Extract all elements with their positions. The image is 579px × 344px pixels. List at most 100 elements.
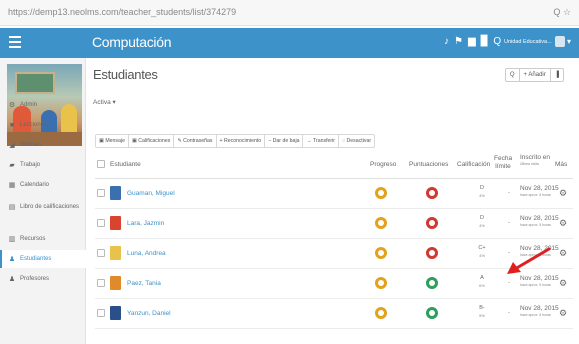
points-indicator[interactable] [426, 247, 438, 259]
sidebar-item-label: Lecciones [20, 122, 48, 128]
print-button[interactable]: ▐ [551, 69, 563, 81]
sidebar-item-label: Recursos [20, 236, 46, 242]
chevron-down-icon[interactable]: ▾ [567, 37, 571, 46]
gear-icon[interactable]: ⚙ [559, 248, 567, 259]
header-icons: ♪ ⚑ ▆ ▉ Q [444, 36, 501, 47]
row-checkbox[interactable] [97, 219, 105, 227]
student-avatar [110, 306, 121, 320]
grade-value[interactable]: D 4% [470, 184, 494, 198]
sidebar-item-admin[interactable]: ⚙ Admin [0, 96, 86, 114]
bell-icon[interactable]: ♪ [444, 36, 449, 47]
grade-value[interactable]: D 4% [470, 214, 494, 228]
sidebar-item-label: Calendario [20, 182, 50, 188]
resources-icon: ▥ [8, 236, 16, 243]
table-header: Estudiante Progreso Puntuaciones Calific… [95, 149, 573, 179]
header-student[interactable]: Estudiante [110, 161, 141, 169]
grades-button[interactable]: ▣ Calificaciones [129, 135, 175, 147]
toolbar: Q + Añadir ▐ [504, 68, 564, 82]
header-grade[interactable]: Calificación [457, 161, 490, 169]
student-avatar [110, 276, 121, 290]
progress-indicator[interactable] [375, 307, 387, 319]
sidebar-item-calendario[interactable]: ▦ Calendario [0, 176, 86, 194]
grade-value[interactable]: A 6% [470, 274, 494, 288]
student-avatar [110, 216, 121, 230]
row-checkbox[interactable] [97, 189, 105, 197]
flag-icon[interactable]: ⚑ [454, 36, 463, 47]
student-name-link[interactable]: Luna, Andrea [127, 250, 166, 257]
row-checkbox[interactable] [97, 279, 105, 287]
sidebar-item-trabajo[interactable]: ▰ Trabajo [0, 156, 86, 174]
enrolled-date: Nov 28, 2015 hace aprox. 5 horas [520, 305, 559, 317]
table-row[interactable]: Luna, Andrea C+ 4% - Nov 28, 2015 hace aprox.… [95, 239, 573, 269]
header-due-date[interactable]: Fecha límite [494, 155, 512, 171]
notes-icon[interactable]: ▉ [481, 36, 489, 47]
row-checkbox[interactable] [97, 249, 105, 257]
sidebar-item-lecciones[interactable]: ■ Lecciones [0, 116, 86, 134]
megaphone-icon: ◢ [9, 142, 15, 149]
row-checkbox[interactable] [97, 309, 105, 317]
status-filter[interactable]: Activa ▾ [93, 98, 116, 106]
due-date-value: - [508, 190, 510, 196]
enrolled-date: Nov 28, 2015 hace aprox. 5 horas [520, 185, 559, 197]
progress-indicator[interactable] [375, 217, 387, 229]
header-points[interactable]: Puntuaciones [409, 161, 448, 169]
menu-icon[interactable] [9, 36, 21, 49]
students-icon: ♟ [8, 256, 16, 263]
student-name-link[interactable]: Yanzun, Daniel [127, 310, 171, 317]
gear-icon[interactable]: ⚙ [559, 188, 567, 199]
teachers-icon: ♟ [8, 276, 16, 283]
course-title[interactable]: Computación [92, 34, 172, 50]
sidebar-item-profesores[interactable]: ♟ Profesores [0, 270, 86, 288]
page-title: Estudiantes [93, 67, 158, 82]
deactivate-button[interactable]: ◌ Desactivar [339, 135, 374, 147]
calendar-icon: ▦ [8, 182, 16, 189]
gear-icon[interactable]: ⚙ [559, 278, 567, 289]
recognition-button[interactable]: + Reconocimiento [217, 135, 266, 147]
student-name-link[interactable]: Lara, Jazmin [127, 220, 164, 227]
grade-value[interactable]: C+ 4% [470, 244, 494, 258]
gear-icon[interactable]: ⚙ [559, 308, 567, 319]
user-avatar[interactable] [555, 36, 565, 47]
sidebar-item-label: Admin [20, 102, 38, 108]
header-enrolled[interactable]: Inscrito en Última visita [520, 154, 550, 166]
gear-icon[interactable]: ⚙ [559, 218, 567, 229]
bookmark-icon[interactable]: Q ☆ [553, 7, 571, 18]
header-progress[interactable]: Progreso [370, 161, 396, 169]
book-icon: ■ [9, 121, 15, 129]
table-row[interactable]: Paez, Tania A 6% - Nov 28, 2015 hace aprox. 5… [95, 269, 573, 299]
message-button[interactable]: ▣ Mensaje [96, 135, 129, 147]
due-date-value: - [508, 310, 510, 316]
student-name-link[interactable]: Paez, Tania [127, 280, 161, 287]
progress-indicator[interactable] [375, 187, 387, 199]
points-indicator[interactable] [426, 277, 438, 289]
progress-indicator[interactable] [375, 277, 387, 289]
search-icon[interactable]: Q [493, 36, 501, 47]
search-button[interactable]: Q [506, 69, 520, 81]
table-row[interactable]: Guaman, Miguel D 4% - Nov 28, 2015 hace aprox… [95, 179, 573, 209]
student-name-link[interactable]: Guaman, Miguel [127, 190, 175, 197]
select-all-checkbox[interactable] [97, 160, 105, 168]
sidebar-item-estudiantes[interactable]: ♟ Estudiantes [0, 250, 86, 268]
progress-indicator[interactable] [375, 247, 387, 259]
table-row[interactable]: Lara, Jazmin D 4% - Nov 28, 2015 hace aprox. … [95, 209, 573, 239]
points-indicator[interactable] [426, 307, 438, 319]
passwords-button[interactable]: ✎ Contraseñas [174, 135, 217, 147]
unenroll-button[interactable]: − Dar de baja [265, 135, 304, 147]
main-content: Estudiantes Activa ▾ Q + Añadir ▐ ▣ Mens… [86, 58, 579, 344]
inbox-icon[interactable]: ▆ [468, 36, 476, 47]
table-row[interactable]: Yanzun, Daniel B- 5% - Nov 28, 2015 hace apro… [95, 299, 573, 329]
points-indicator[interactable] [426, 217, 438, 229]
sidebar-item-label: Profesores [20, 276, 50, 282]
sidebar-item-libro-de-calificaciones[interactable]: ▤ Libro de calificaciones [0, 196, 86, 218]
points-indicator[interactable] [426, 187, 438, 199]
grade-value[interactable]: B- 5% [470, 304, 494, 318]
transfer-button[interactable]: → Transferir [303, 135, 340, 147]
sidebar-item-noticias[interactable]: ◢ Noticias [0, 136, 86, 154]
sidebar-item-label: Libro de calificaciones [20, 203, 80, 210]
sidebar-item-recursos[interactable]: ▥ Recursos [0, 230, 86, 248]
gradebook-icon: ▤ [8, 203, 16, 211]
organization-name[interactable]: Unidad Educativa... [504, 39, 552, 45]
browser-address-bar[interactable]: https://demp13.neolms.com/teacher_studen… [0, 0, 579, 26]
add-button[interactable]: + Añadir [520, 69, 551, 81]
url-text[interactable]: https://demp13.neolms.com/teacher_studen… [8, 7, 236, 17]
